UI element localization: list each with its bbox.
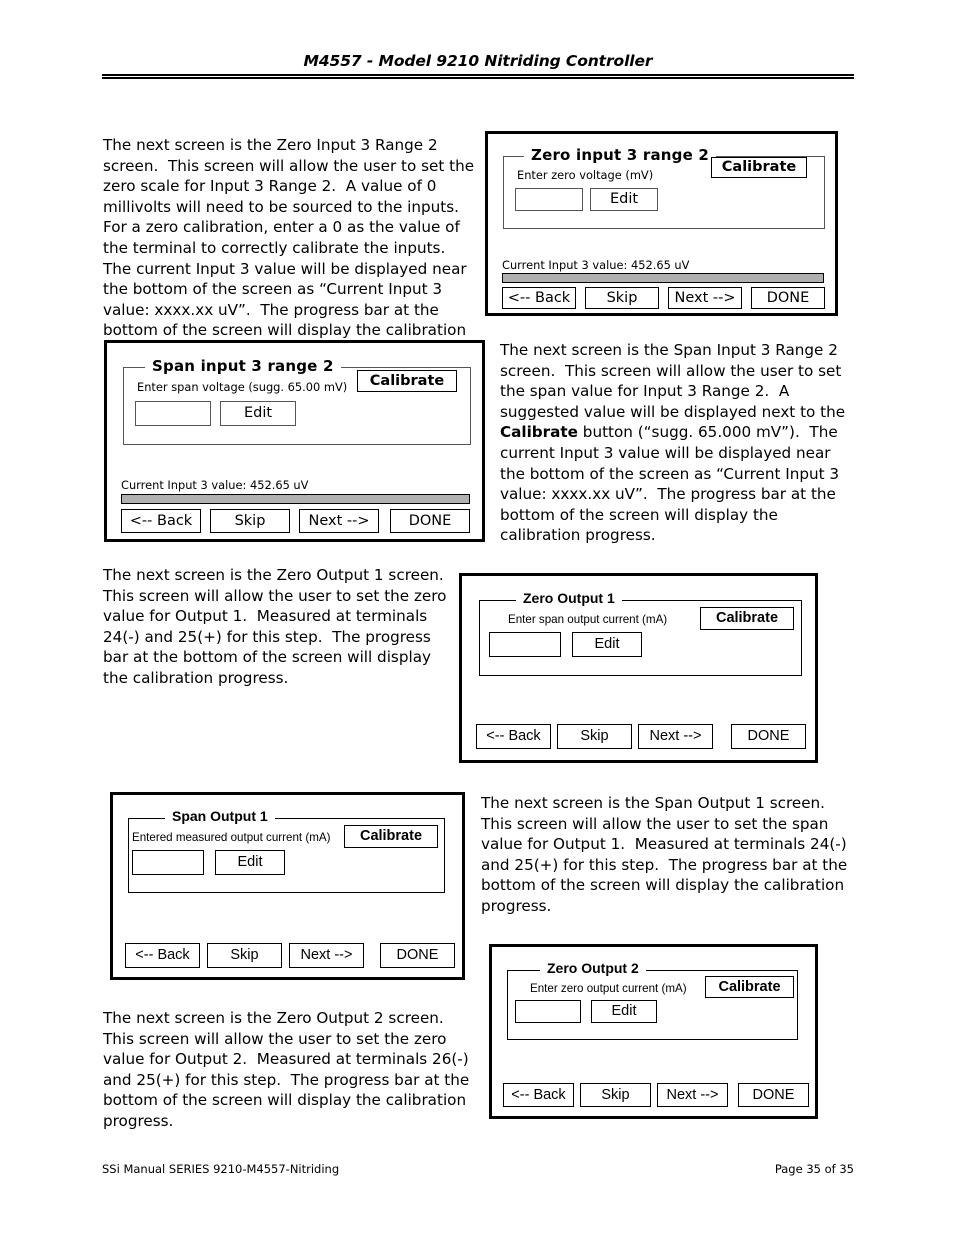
done-button[interactable]: DONE <box>738 1083 809 1107</box>
done-button[interactable]: DONE <box>390 509 470 533</box>
span-voltage-input[interactable] <box>135 401 211 426</box>
paragraph-span-input-bold-calibrate: Calibrate <box>500 423 578 442</box>
field-label-zero-output-current: Enter zero output current (mA) <box>530 982 687 995</box>
calibrate-button[interactable]: Calibrate <box>357 370 457 392</box>
progress-bar-fill <box>122 495 469 503</box>
edit-button[interactable]: Edit <box>591 1000 657 1023</box>
back-button[interactable]: <-- Back <box>502 287 576 309</box>
status-current-input-3-value: Current Input 3 value: 452.65 uV <box>121 478 309 492</box>
span-output-1-input[interactable] <box>132 850 204 875</box>
progress-bar-fill <box>503 274 823 282</box>
calibrate-button[interactable]: Calibrate <box>711 157 807 178</box>
paragraph-zero-output-2: The next screen is the Zero Output 2 scr… <box>103 1009 475 1130</box>
screen-zero-output-1: Zero Output 1 Enter span output current … <box>459 573 818 763</box>
back-button[interactable]: <-- Back <box>503 1083 574 1107</box>
header-rule <box>102 74 854 79</box>
paragraph-span-input-text-a: The next screen is the Span Input 3 Rang… <box>500 341 850 421</box>
next-button[interactable]: Next --> <box>638 724 713 749</box>
done-button[interactable]: DONE <box>380 943 455 968</box>
paragraph-span-input-text-b: button (“sugg. 65.000 mV”). The current … <box>500 423 844 545</box>
field-label-entered-measured-output-current: Entered measured output current (mA) <box>132 831 331 844</box>
calibrate-button[interactable]: Calibrate <box>705 976 794 998</box>
footer-right: Page 35 of 35 <box>774 1162 854 1176</box>
paragraph-zero-input-3-range-2: The next screen is the Zero Input 3 Rang… <box>103 136 475 360</box>
page-footer: SSi Manual SERIES 9210-M4557-Nitriding P… <box>102 1162 854 1176</box>
field-label-span-voltage: Enter span voltage (sugg. 65.00 mV) <box>137 380 348 394</box>
groupbox-title-span-input-3-range-2: Span input 3 range 2 <box>145 359 341 374</box>
back-button[interactable]: <-- Back <box>125 943 200 968</box>
zero-voltage-input[interactable] <box>515 188 583 211</box>
progress-bar <box>121 494 470 504</box>
skip-button[interactable]: Skip <box>585 287 659 309</box>
done-button[interactable]: DONE <box>731 724 806 749</box>
skip-button[interactable]: Skip <box>557 724 632 749</box>
field-label-span-output-current: Enter span output current (mA) <box>508 613 668 626</box>
edit-button[interactable]: Edit <box>572 632 642 657</box>
paragraph-zero-output-1: The next screen is the Zero Output 1 scr… <box>103 566 454 687</box>
status-current-input-3-value: Current Input 3 value: 452.65 uV <box>502 258 690 272</box>
calibrate-button[interactable]: Calibrate <box>700 607 794 630</box>
skip-button[interactable]: Skip <box>580 1083 651 1107</box>
zero-output-2-input[interactable] <box>515 1000 581 1023</box>
calibrate-button[interactable]: Calibrate <box>344 825 438 848</box>
footer-left: SSi Manual SERIES 9210-M4557-Nitriding <box>102 1162 340 1176</box>
skip-button[interactable]: Skip <box>207 943 282 968</box>
next-button[interactable]: Next --> <box>668 287 742 309</box>
paragraph-span-output-1: The next screen is the Span Output 1 scr… <box>481 794 853 915</box>
groupbox-title-zero-output-1: Zero Output 1 <box>516 591 622 605</box>
screen-span-output-1: Span Output 1 Entered measured output cu… <box>110 792 465 980</box>
page-header: M4557 - Model 9210 Nitriding Controller <box>102 52 854 79</box>
progress-bar <box>502 273 824 283</box>
skip-button[interactable]: Skip <box>210 509 290 533</box>
paragraph-span-input-3-range-2: The next screen is the Span Input 3 Rang… <box>500 340 848 546</box>
edit-button[interactable]: Edit <box>590 188 658 211</box>
groupbox-title-zero-output-2: Zero Output 2 <box>540 961 646 975</box>
screen-zero-output-2: Zero Output 2 Enter zero output current … <box>489 944 818 1119</box>
screen-zero-input-3-range-2: Zero input 3 range 2 Enter zero voltage … <box>485 131 838 316</box>
next-button[interactable]: Next --> <box>289 943 364 968</box>
edit-button[interactable]: Edit <box>215 850 285 875</box>
groupbox-title-span-output-1: Span Output 1 <box>165 809 275 823</box>
page-title: M4557 - Model 9210 Nitriding Controller <box>303 52 653 70</box>
screen-span-input-3-range-2: Span input 3 range 2 Enter span voltage … <box>104 340 485 542</box>
next-button[interactable]: Next --> <box>299 509 379 533</box>
zero-output-1-input[interactable] <box>489 632 561 657</box>
field-label-zero-voltage: Enter zero voltage (mV) <box>517 168 654 182</box>
back-button[interactable]: <-- Back <box>476 724 551 749</box>
next-button[interactable]: Next --> <box>657 1083 728 1107</box>
done-button[interactable]: DONE <box>751 287 825 309</box>
back-button[interactable]: <-- Back <box>121 509 201 533</box>
groupbox-title-zero-input-3-range-2: Zero input 3 range 2 <box>524 148 717 163</box>
edit-button[interactable]: Edit <box>220 401 296 426</box>
